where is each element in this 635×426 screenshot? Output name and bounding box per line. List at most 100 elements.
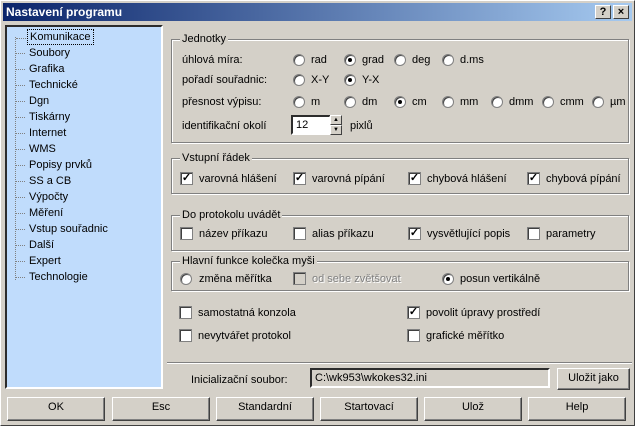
tree-item-komunikace[interactable]: Komunikace bbox=[16, 29, 94, 45]
chk-err-beep-label[interactable]: chybová pípání bbox=[546, 172, 621, 186]
radio-prec-dmm[interactable] bbox=[491, 96, 503, 108]
radio-wheel-zoom[interactable] bbox=[180, 273, 192, 285]
radio-angle-rad[interactable] bbox=[293, 54, 305, 66]
angle-label: úhlová míra: bbox=[182, 54, 243, 66]
wheel-group-title: Hlavní funkce kolečka myši bbox=[180, 254, 317, 268]
chk-allow-env-label[interactable]: povolit úpravy prostředí bbox=[426, 306, 540, 320]
radio-angle-rad-label[interactable]: rad bbox=[311, 53, 327, 67]
radio-order-xy[interactable] bbox=[293, 74, 305, 86]
radio-angle-deg[interactable] bbox=[394, 54, 406, 66]
radio-angle-deg-label[interactable]: deg bbox=[412, 53, 430, 67]
tree-item-popisy-prvku[interactable]: Popisy prvků bbox=[15, 157, 94, 173]
spin-down-icon[interactable]: ▼ bbox=[330, 125, 342, 135]
ident-unit-label: pixlů bbox=[350, 120, 373, 132]
tree-item-mereni[interactable]: Měření bbox=[15, 205, 65, 221]
tree-item-grafika[interactable]: Grafika bbox=[15, 61, 66, 77]
chk-no-protocol-label[interactable]: nevytvářet protokol bbox=[198, 329, 291, 343]
radio-prec-cm[interactable] bbox=[394, 96, 406, 108]
tree-item-soubory[interactable]: Soubory bbox=[15, 45, 72, 61]
ok-button[interactable]: OK bbox=[7, 397, 105, 421]
tree-item-technicke[interactable]: Technické bbox=[15, 77, 80, 93]
chk-description[interactable]: ✓ bbox=[408, 227, 421, 240]
chk-no-protocol[interactable] bbox=[179, 329, 192, 342]
save-as-button[interactable]: Uložit jako bbox=[557, 368, 630, 390]
chk-graphic-scale[interactable] bbox=[407, 329, 420, 342]
radio-angle-dms[interactable] bbox=[442, 54, 454, 66]
close-button[interactable]: × bbox=[613, 5, 629, 19]
chk-console[interactable] bbox=[179, 306, 192, 319]
esc-button[interactable]: Esc bbox=[112, 397, 210, 421]
tree-item-vstup-souradnic[interactable]: Vstup souřadnic bbox=[15, 221, 110, 237]
radio-prec-dmm-label[interactable]: dmm bbox=[509, 95, 533, 109]
ident-label: identifikační okolí bbox=[182, 120, 267, 132]
spin-up-icon[interactable]: ▲ bbox=[330, 115, 342, 125]
radio-prec-mm[interactable] bbox=[442, 96, 454, 108]
chk-err-beep[interactable]: ✓ bbox=[527, 172, 540, 185]
startup-button[interactable]: Startovací bbox=[320, 397, 418, 421]
radio-prec-um-label[interactable]: µm bbox=[610, 95, 626, 109]
radio-order-yx-label[interactable]: Y-X bbox=[362, 73, 379, 87]
radio-prec-dm[interactable] bbox=[344, 96, 356, 108]
tree-connector-line bbox=[15, 37, 16, 280]
chk-warn-beep-label[interactable]: varovná pípání bbox=[312, 172, 385, 186]
radio-prec-m[interactable] bbox=[293, 96, 305, 108]
radio-prec-cmm[interactable] bbox=[542, 96, 554, 108]
radio-prec-cm-label[interactable]: cm bbox=[412, 95, 427, 109]
input-line-group: Vstupní řádek ✓ varovná hlášení ✓ varovn… bbox=[171, 151, 629, 194]
radio-prec-dm-label[interactable]: dm bbox=[362, 95, 377, 109]
settings-dialog: Nastavení programu ? × Komunikace Soubor… bbox=[0, 0, 635, 426]
input-line-group-title: Vstupní řádek bbox=[180, 151, 252, 165]
ident-spinner[interactable]: ▲ ▼ bbox=[330, 115, 342, 135]
init-file-field[interactable]: C:\wk953\wkokes32.ini bbox=[310, 368, 550, 388]
chk-graphic-scale-label[interactable]: grafické měřítko bbox=[426, 329, 504, 343]
help-title-button[interactable]: ? bbox=[595, 5, 611, 19]
radio-wheel-zoom-label[interactable]: změna měřítka bbox=[199, 272, 272, 286]
ident-input[interactable]: 12 bbox=[291, 115, 331, 135]
protocol-group: Do protokolu uvádět název příkazu alias … bbox=[171, 208, 629, 251]
chk-warn-msg[interactable]: ✓ bbox=[180, 172, 193, 185]
radio-prec-um[interactable] bbox=[592, 96, 604, 108]
protocol-group-title: Do protokolu uvádět bbox=[180, 208, 283, 222]
tree-item-dalsi[interactable]: Další bbox=[15, 237, 56, 253]
radio-prec-cmm-label[interactable]: cmm bbox=[560, 95, 584, 109]
chk-cmd-alias[interactable] bbox=[293, 227, 306, 240]
radio-order-yx[interactable] bbox=[344, 74, 356, 86]
chk-err-msg[interactable]: ✓ bbox=[408, 172, 421, 185]
units-group-title: Jednotky bbox=[180, 32, 229, 46]
save-button[interactable]: Ulož bbox=[424, 397, 522, 421]
radio-angle-grad-label[interactable]: grad bbox=[362, 53, 384, 67]
tree-item-internet[interactable]: Internet bbox=[15, 125, 68, 141]
radio-prec-mm-label[interactable]: mm bbox=[460, 95, 478, 109]
radio-wheel-scroll[interactable] bbox=[442, 273, 454, 285]
chk-warn-beep[interactable]: ✓ bbox=[293, 172, 306, 185]
radio-angle-dms-label[interactable]: d.ms bbox=[460, 53, 484, 67]
radio-angle-grad[interactable] bbox=[344, 54, 356, 66]
chk-console-label[interactable]: samostatná konzola bbox=[198, 306, 296, 320]
chk-err-msg-label[interactable]: chybová hlášení bbox=[427, 172, 507, 186]
radio-wheel-scroll-label[interactable]: posun vertikálně bbox=[460, 272, 540, 286]
tree-item-ss-a-cb[interactable]: SS a CB bbox=[15, 173, 73, 189]
tree-item-dgn[interactable]: Dgn bbox=[15, 93, 51, 109]
chk-cmd-name-label[interactable]: název příkazu bbox=[199, 227, 267, 241]
chk-warn-msg-label[interactable]: varovná hlášení bbox=[199, 172, 277, 186]
chk-cmd-alias-label[interactable]: alias příkazu bbox=[312, 227, 374, 241]
help-button[interactable]: Help bbox=[528, 397, 626, 421]
tree-item-wms[interactable]: WMS bbox=[15, 141, 58, 157]
radio-prec-m-label[interactable]: m bbox=[311, 95, 320, 109]
tree-item-tiskarny[interactable]: Tiskárny bbox=[15, 109, 72, 125]
separator bbox=[167, 362, 632, 364]
standard-button[interactable]: Standardní bbox=[216, 397, 314, 421]
chk-allow-env[interactable]: ✓ bbox=[407, 306, 420, 319]
chk-wheel-spread-label: od sebe zvětšovat bbox=[312, 273, 401, 285]
chk-params-label[interactable]: parametry bbox=[546, 227, 596, 241]
chk-params[interactable] bbox=[527, 227, 540, 240]
wheel-group: Hlavní funkce kolečka myši změna měřítka… bbox=[171, 254, 629, 291]
tree-item-vypocty[interactable]: Výpočty bbox=[15, 189, 70, 205]
chk-wheel-spread bbox=[293, 272, 306, 285]
tree-item-expert[interactable]: Expert bbox=[15, 253, 63, 269]
chk-description-label[interactable]: vysvětlující popis bbox=[427, 227, 510, 241]
tree-item-technologie[interactable]: Technologie bbox=[15, 269, 90, 285]
radio-order-xy-label[interactable]: X-Y bbox=[311, 73, 329, 87]
window-title: Nastavení programu bbox=[6, 5, 123, 19]
chk-cmd-name[interactable] bbox=[180, 227, 193, 240]
